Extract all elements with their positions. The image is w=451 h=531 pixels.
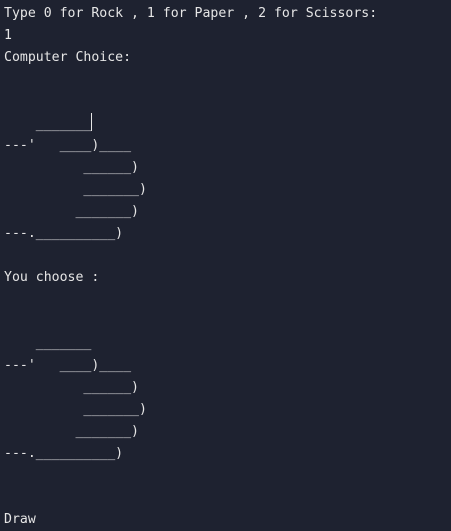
computer-art-line bbox=[4, 91, 451, 113]
user-art-line: ______) bbox=[4, 380, 139, 395]
user-art-line: _______) bbox=[4, 424, 139, 439]
user-art-line bbox=[4, 311, 451, 333]
computer-art-text: _______ bbox=[4, 117, 92, 132]
computer-art-line: _______) bbox=[4, 182, 147, 197]
result-line: Draw bbox=[4, 512, 36, 527]
computer-art-line: ______) bbox=[4, 160, 139, 175]
user-art-line: _______) bbox=[4, 402, 147, 417]
user-art-line: ---' ____)____ bbox=[4, 358, 132, 373]
user-art-line: _______ bbox=[4, 336, 92, 351]
computer-choice-heading: Computer Choice: bbox=[4, 50, 132, 65]
computer-art-line: ---.__________) bbox=[4, 226, 124, 241]
prompt-line: Type 0 for Rock , 1 for Paper , 2 for Sc… bbox=[4, 6, 378, 21]
terminal-output[interactable]: Type 0 for Rock , 1 for Paper , 2 for Sc… bbox=[0, 0, 451, 529]
computer-art-line: _______ bbox=[4, 113, 451, 135]
computer-art-line: _______) bbox=[4, 204, 139, 219]
user-choice-heading: You choose : bbox=[4, 270, 100, 285]
user-ascii-art: _______ ---' ____)____ ______) _______) … bbox=[4, 289, 451, 465]
text-cursor bbox=[91, 113, 93, 131]
user-input-line: 1 bbox=[4, 28, 12, 43]
computer-ascii-art: _______ ---' ____)____ ______) _______) … bbox=[4, 69, 451, 245]
user-art-line bbox=[4, 289, 451, 311]
computer-art-line: ---' ____)____ bbox=[4, 138, 132, 153]
user-art-line: ---.__________) bbox=[4, 446, 124, 461]
computer-art-line bbox=[4, 69, 451, 91]
